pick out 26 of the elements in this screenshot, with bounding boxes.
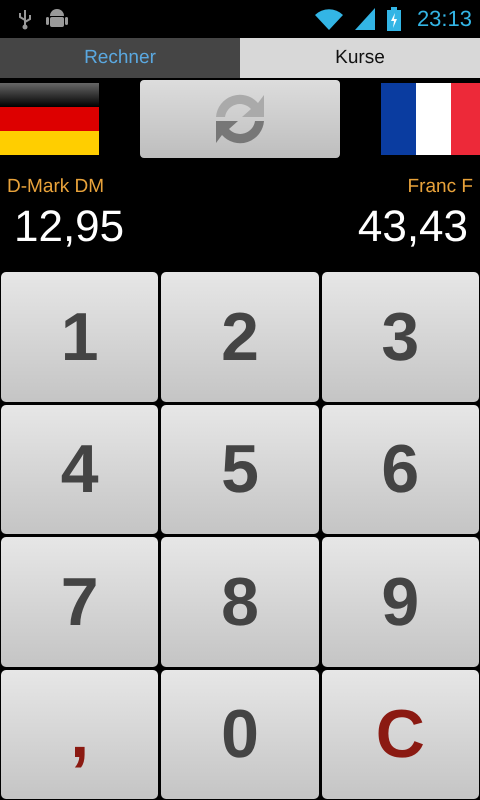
amount-value: 43,43: [358, 202, 468, 253]
battery-icon: [386, 7, 401, 31]
key-button[interactable]: 7: [1, 537, 158, 666]
status-time: 23:13: [416, 6, 472, 32]
tab[interactable]: Kurse: [240, 38, 480, 78]
currency-label: D-Mark DM: [7, 176, 104, 198]
amount-value: 12,95: [14, 202, 124, 253]
wifi-icon: [314, 8, 343, 30]
swap-button[interactable]: [140, 80, 340, 158]
key-button[interactable]: 8: [161, 537, 319, 666]
signal-icon: [354, 8, 375, 30]
key-button[interactable]: 6: [322, 404, 479, 534]
key-button[interactable]: 4: [1, 404, 158, 534]
tab[interactable]: Rechner: [0, 38, 240, 78]
key-button[interactable]: C: [322, 670, 479, 799]
key-button[interactable]: ,: [1, 670, 158, 799]
key-button[interactable]: 0: [161, 670, 319, 799]
flag-icon[interactable]: [0, 83, 99, 155]
key-button[interactable]: 9: [322, 537, 479, 666]
key-button[interactable]: 2: [161, 272, 319, 402]
key-button[interactable]: 5: [161, 404, 319, 534]
key-button[interactable]: 3: [322, 272, 479, 402]
flag-icon[interactable]: [381, 83, 480, 155]
usb-icon: [16, 8, 34, 30]
currency-label: Franc F: [408, 176, 473, 198]
key-button[interactable]: 1: [1, 272, 158, 402]
